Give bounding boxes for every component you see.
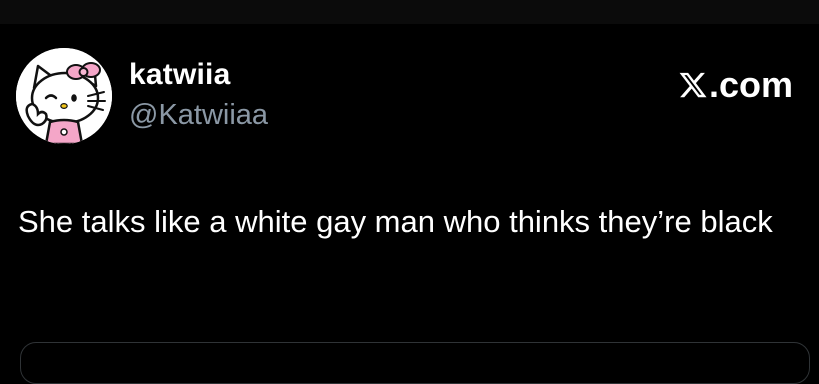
x-com-brand: .com xyxy=(678,64,793,106)
hello-kitty-avatar-icon xyxy=(16,48,112,144)
quoted-card[interactable] xyxy=(20,342,810,384)
display-name[interactable]: katwiia xyxy=(129,58,230,92)
handle[interactable]: @Katwiiaa xyxy=(129,99,268,132)
avatar[interactable] xyxy=(16,48,112,144)
brand-domain-text: .com xyxy=(708,64,793,105)
tweet-text: She talks like a white gay man who think… xyxy=(18,204,773,239)
tweet-card: katwiia @Katwiiaa .com She talks like a … xyxy=(0,24,819,384)
x-logo-icon xyxy=(679,72,707,98)
top-strip xyxy=(0,0,819,24)
